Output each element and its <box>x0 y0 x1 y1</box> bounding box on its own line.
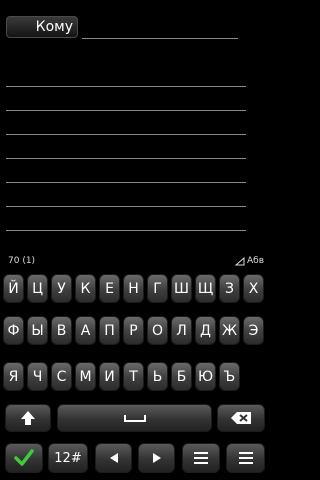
key-letter[interactable]: Й <box>3 274 24 303</box>
cursor-right-key[interactable] <box>138 443 175 473</box>
shift-key[interactable] <box>5 404 51 432</box>
key-letter[interactable]: Ж <box>219 316 240 345</box>
key-letter[interactable]: Н <box>123 274 144 303</box>
key-letter[interactable]: Б <box>171 362 192 391</box>
message-line <box>6 134 246 135</box>
input-mode-indicator: Абв <box>234 256 264 266</box>
cursor-left-key[interactable] <box>95 443 132 473</box>
to-button[interactable]: Кому <box>6 16 78 38</box>
key-letter[interactable]: С <box>51 362 72 391</box>
key-letter[interactable]: Л <box>171 316 192 345</box>
menu-lines-icon <box>194 452 208 464</box>
space-key[interactable] <box>57 404 212 432</box>
message-line <box>6 158 246 159</box>
key-letter[interactable]: Д <box>195 316 216 345</box>
key-letter[interactable]: Ч <box>27 362 48 391</box>
key-letter[interactable]: Е <box>99 274 120 303</box>
virtual-keyboard: ЙЦУКЕНГШЩЗХ ФЫВАПРОЛДЖЭ ЯЧСМИТЬБЮЪ 12# <box>0 270 270 480</box>
key-letter[interactable]: Ц <box>27 274 48 303</box>
options-menu-key[interactable] <box>182 443 220 473</box>
backspace-icon <box>231 412 251 424</box>
space-icon <box>123 415 146 422</box>
key-letter[interactable]: Г <box>147 274 168 303</box>
hide-keyboard-icon <box>238 452 253 464</box>
numbers-key[interactable]: 12# <box>48 443 88 473</box>
key-letter[interactable]: Х <box>243 274 264 303</box>
key-letter[interactable]: Р <box>123 316 144 345</box>
numbers-key-label: 12# <box>54 450 82 466</box>
arrow-right-icon <box>152 453 161 463</box>
message-line <box>6 230 246 231</box>
key-letter[interactable]: Ы <box>27 316 48 345</box>
message-line <box>6 182 246 183</box>
key-letter[interactable]: В <box>51 316 72 345</box>
arrow-left-icon <box>109 453 118 463</box>
key-letter[interactable]: Я <box>3 362 24 391</box>
send-button[interactable] <box>5 443 43 473</box>
backspace-key[interactable] <box>217 404 265 432</box>
to-button-label: Кому <box>35 19 73 35</box>
input-mode-label: Абв <box>246 256 264 266</box>
key-letter[interactable]: Т <box>123 362 144 391</box>
key-letter[interactable]: Ю <box>195 362 216 391</box>
char-counter: 70 (1) <box>8 256 36 266</box>
message-line <box>6 86 246 87</box>
close-keyboard-key[interactable] <box>226 443 265 473</box>
key-letter[interactable]: Ь <box>147 362 168 391</box>
key-letter[interactable]: А <box>75 316 96 345</box>
message-input[interactable] <box>6 62 246 242</box>
key-letter[interactable]: К <box>75 274 96 303</box>
key-letter[interactable]: Э <box>243 316 264 345</box>
key-letter[interactable]: Ъ <box>219 362 240 391</box>
recipient-input[interactable] <box>82 38 238 39</box>
message-line <box>6 206 246 207</box>
predictive-icon <box>234 256 245 265</box>
shift-arrow-icon <box>21 411 35 425</box>
checkmark-icon <box>14 449 34 466</box>
key-letter[interactable]: М <box>75 362 96 391</box>
key-letter[interactable]: И <box>99 362 120 391</box>
message-line <box>6 110 246 111</box>
key-letter[interactable]: З <box>219 274 240 303</box>
key-letter[interactable]: О <box>147 316 168 345</box>
key-letter[interactable]: Ш <box>171 274 192 303</box>
key-letter[interactable]: Щ <box>195 274 216 303</box>
key-letter[interactable]: Ф <box>3 316 24 345</box>
key-letter[interactable]: П <box>99 316 120 345</box>
key-letter[interactable]: У <box>51 274 72 303</box>
